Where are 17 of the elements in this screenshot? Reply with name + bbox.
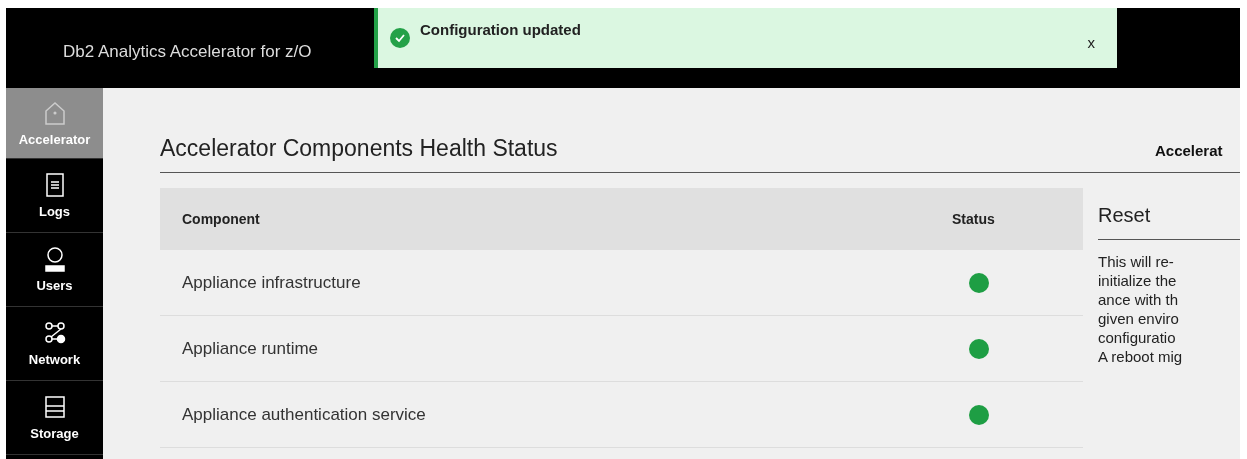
reset-title: Reset (1098, 204, 1152, 227)
column-header: Component (182, 211, 261, 227)
table-cell-text: Appliance authentication service (182, 404, 427, 425)
close-button[interactable]: x (1083, 32, 1099, 53)
home-icon (42, 99, 67, 126)
table-cell-text: Appliance infrastructure (182, 272, 362, 293)
checkmark-icon (390, 28, 410, 48)
reset-description: This will re- initialize the ance with th given enviro configuratio A reboot mig (1098, 252, 1184, 366)
server-icon (42, 394, 67, 420)
user-icon (42, 246, 67, 272)
section-heading: Accelerat (1155, 142, 1224, 159)
column-header: Status (952, 211, 995, 227)
network-icon (42, 320, 67, 346)
page-title: Accelerator Components Health Status (160, 135, 559, 163)
notification-message: Configuration updated (420, 21, 581, 38)
table-cell-text: Appliance runtime (182, 338, 320, 359)
app-title: Db2 Analytics Accelerator for z/O (63, 42, 312, 62)
